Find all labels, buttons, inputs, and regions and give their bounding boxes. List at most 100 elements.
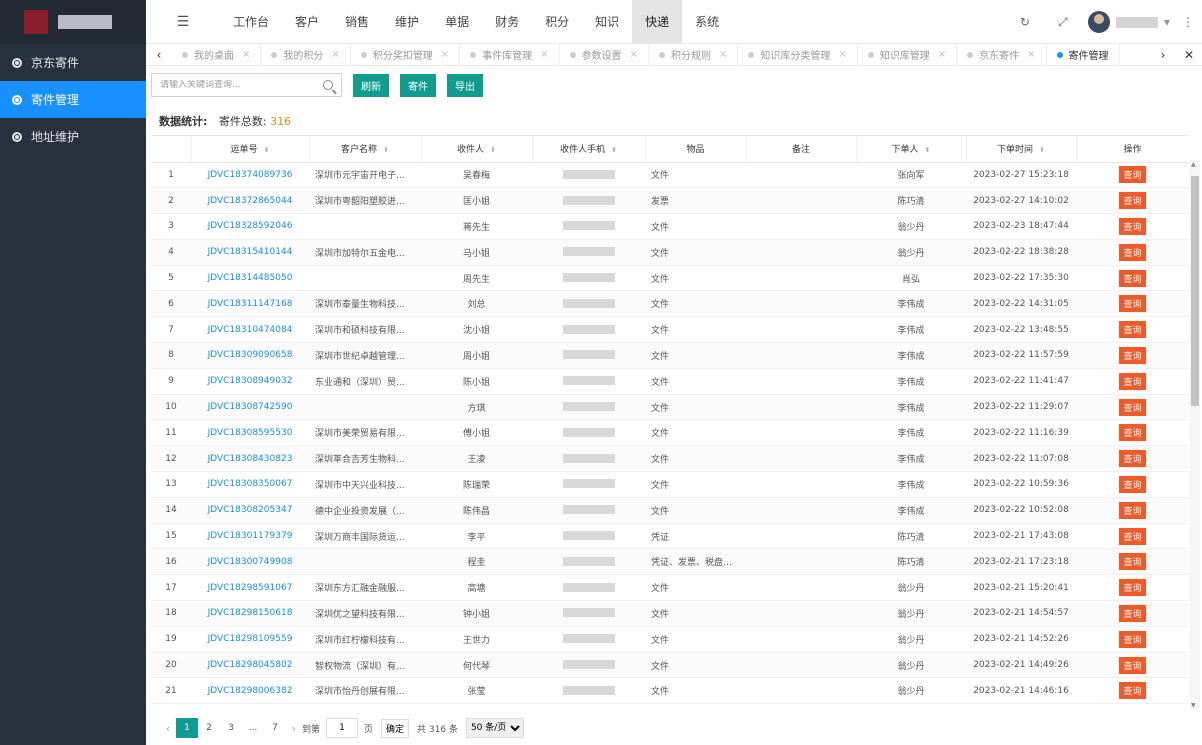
waybill-link[interactable]: JDVC18308430823 xyxy=(191,445,309,473)
search-icon[interactable] xyxy=(323,80,333,90)
menu-toggle-icon[interactable]: ☰ xyxy=(146,0,220,44)
refresh-button[interactable]: 刷新 xyxy=(353,73,389,97)
tab-8[interactable]: 京东寄件 × xyxy=(957,43,1047,66)
sidebar-item-1[interactable]: 寄件管理 xyxy=(0,81,146,118)
query-button[interactable]: 查询 xyxy=(1119,604,1146,622)
query-button[interactable]: 查询 xyxy=(1119,269,1146,287)
column-header[interactable]: 客户名称 ⬍ xyxy=(309,136,422,163)
column-header[interactable]: 收件人手机 ⬍ xyxy=(532,136,646,163)
nav-item-5[interactable]: 财务 xyxy=(482,0,532,44)
next-page-icon[interactable]: › xyxy=(286,722,302,735)
query-button[interactable]: 查询 xyxy=(1119,398,1146,416)
query-button[interactable]: 查询 xyxy=(1119,501,1146,519)
query-button[interactable]: 查询 xyxy=(1119,475,1146,493)
tab-close-icon[interactable]: × xyxy=(441,49,449,60)
export-button[interactable]: 导出 xyxy=(447,73,483,97)
query-button[interactable]: 查询 xyxy=(1119,372,1146,390)
tab-close-icon[interactable]: × xyxy=(540,49,548,60)
waybill-link[interactable]: JDVC18308205347 xyxy=(191,497,309,524)
tab-6[interactable]: 知识库分类管理 × xyxy=(738,43,858,66)
tabs-scroll-right-icon[interactable]: › xyxy=(1150,48,1176,62)
tab-7[interactable]: 知识库管理 × xyxy=(858,43,958,66)
close-all-tabs-icon[interactable]: ✕ xyxy=(1176,48,1202,62)
nav-item-1[interactable]: 客户 xyxy=(282,0,332,44)
column-header[interactable]: 运单号 ⬍ xyxy=(191,136,310,163)
waybill-link[interactable]: JDVC18298045802 xyxy=(191,652,309,679)
query-button[interactable]: 查询 xyxy=(1119,424,1146,442)
scroll-up-icon[interactable]: ▲ xyxy=(1191,161,1196,168)
query-button[interactable]: 查询 xyxy=(1119,553,1146,571)
sidebar-item-2[interactable]: 地址维护 xyxy=(0,118,146,155)
chevron-down-icon[interactable]: ▼ xyxy=(1164,18,1170,27)
query-button[interactable]: 查询 xyxy=(1119,166,1146,184)
sort-icon[interactable]: ⬍ xyxy=(264,146,270,154)
send-button[interactable]: 寄件 xyxy=(400,73,436,97)
tab-9[interactable]: 寄件管理 xyxy=(1047,43,1120,66)
query-button[interactable]: 查询 xyxy=(1119,217,1146,235)
username-blurred[interactable] xyxy=(1115,16,1158,28)
nav-item-7[interactable]: 知识 xyxy=(582,0,632,44)
waybill-link[interactable]: JDVC18314485050 xyxy=(191,265,309,292)
tab-4[interactable]: 参数设置 × xyxy=(560,43,649,66)
tab-close-icon[interactable]: × xyxy=(938,49,946,60)
query-button[interactable]: 查询 xyxy=(1119,321,1146,339)
waybill-link[interactable]: JDVC18328592046 xyxy=(191,213,309,240)
query-button[interactable]: 查询 xyxy=(1119,450,1146,468)
waybill-link[interactable]: JDVC18298591067 xyxy=(191,574,309,602)
nav-item-9[interactable]: 系统 xyxy=(682,0,732,44)
page-number[interactable]: 2 xyxy=(198,718,220,738)
nav-item-3[interactable]: 维护 xyxy=(382,0,432,44)
fullscreen-icon[interactable]: ⤢ xyxy=(1044,15,1082,30)
sort-icon[interactable]: ⬍ xyxy=(611,146,617,154)
sort-icon[interactable]: ⬍ xyxy=(925,146,931,154)
scrollbar-thumb[interactable] xyxy=(1191,176,1199,406)
waybill-link[interactable]: JDVC18311147168 xyxy=(191,290,309,318)
prev-page-icon[interactable]: ‹ xyxy=(160,722,176,735)
search-input[interactable] xyxy=(160,80,323,90)
nav-item-8[interactable]: 快递 xyxy=(632,0,683,44)
sort-icon[interactable]: ⬍ xyxy=(490,146,496,154)
sort-icon[interactable]: ⬍ xyxy=(1039,146,1045,154)
tab-close-icon[interactable]: × xyxy=(838,49,846,60)
waybill-link[interactable]: JDVC18315410144 xyxy=(191,239,309,266)
column-header[interactable]: 下单时间 ⬍ xyxy=(966,136,1077,163)
query-button[interactable]: 查询 xyxy=(1119,295,1146,313)
refresh-icon[interactable]: ↻ xyxy=(1006,15,1044,29)
query-button[interactable]: 查询 xyxy=(1119,527,1146,545)
waybill-link[interactable]: JDVC18372865044 xyxy=(191,187,309,215)
scroll-down-icon[interactable]: ▼ xyxy=(1191,702,1196,709)
waybill-link[interactable]: JDVC18298150618 xyxy=(191,600,309,627)
waybill-link[interactable]: JDVC18308742590 xyxy=(191,394,309,421)
nav-item-6[interactable]: 积分 xyxy=(532,0,582,44)
nav-item-2[interactable]: 销售 xyxy=(332,0,382,44)
goto-page-input[interactable] xyxy=(326,718,359,738)
tab-1[interactable]: 我的积分 × xyxy=(261,43,351,66)
query-button[interactable]: 查询 xyxy=(1119,579,1146,597)
tab-close-icon[interactable]: × xyxy=(331,49,339,60)
page-size-select[interactable]: 50 条/页 xyxy=(465,718,524,738)
tab-close-icon[interactable]: × xyxy=(630,49,638,60)
page-number[interactable]: 7 xyxy=(264,718,286,738)
sidebar-item-0[interactable]: 京东寄件 xyxy=(0,44,146,81)
more-vertical-icon[interactable]: ⋮ xyxy=(1182,15,1194,29)
waybill-link[interactable]: JDVC18309090658 xyxy=(191,342,309,369)
page-number[interactable]: 3 xyxy=(220,718,242,738)
nav-item-4[interactable]: 单据 xyxy=(432,0,482,44)
waybill-link[interactable]: JDVC18308595530 xyxy=(191,419,309,447)
tab-0[interactable]: 我的桌面 × xyxy=(172,43,262,66)
column-header[interactable]: 下单人 ⬍ xyxy=(856,136,967,163)
query-button[interactable]: 查询 xyxy=(1119,656,1146,674)
query-button[interactable]: 查询 xyxy=(1119,346,1146,364)
vertical-scrollbar[interactable]: ▲ ▼ xyxy=(1190,160,1200,710)
query-button[interactable]: 查询 xyxy=(1119,243,1146,261)
tab-close-icon[interactable]: × xyxy=(719,49,727,60)
query-button[interactable]: 查询 xyxy=(1119,192,1146,210)
waybill-link[interactable]: JDVC18308350067 xyxy=(191,471,309,498)
avatar[interactable] xyxy=(1087,11,1110,33)
waybill-link[interactable]: JDVC18308949032 xyxy=(191,368,309,395)
waybill-link[interactable]: JDVC18374089736 xyxy=(191,162,309,189)
waybill-link[interactable]: JDVC18301179379 xyxy=(191,523,309,550)
query-button[interactable]: 查询 xyxy=(1119,630,1146,648)
tab-5[interactable]: 积分规则 × xyxy=(649,43,739,66)
column-header[interactable]: 收件人 ⬍ xyxy=(421,136,533,163)
